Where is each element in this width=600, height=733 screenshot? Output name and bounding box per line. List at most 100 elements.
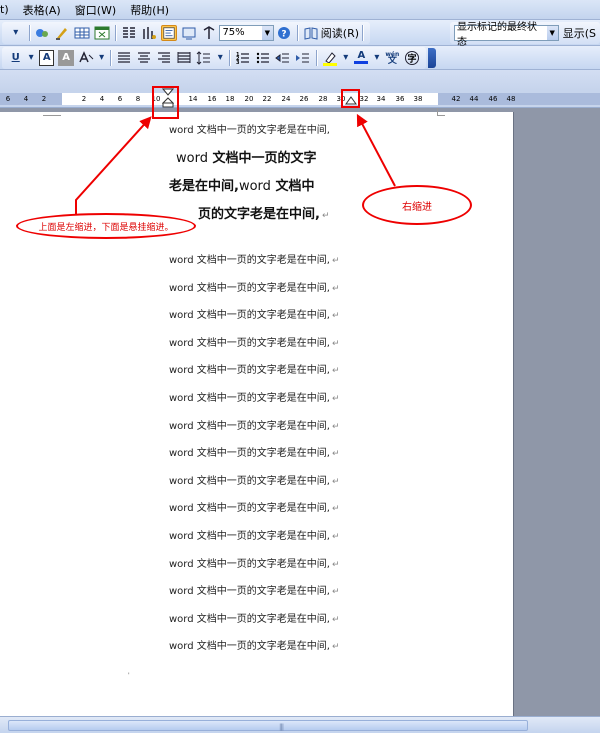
align-justify-icon[interactable] [116, 50, 132, 66]
ruler-tick-label: 26 [299, 95, 309, 103]
paragraph-line[interactable]: word 文档中一页的文字老是在中间, ↵ [169, 502, 339, 516]
paragraph-line[interactable]: word 文档中一页的文字老是在中间, ↵ [169, 282, 339, 296]
insert-excel-icon[interactable] [94, 25, 110, 41]
formatting-toolbar: U ▾ A A ▾ ▾ 123 ▾ A ▾ wén 文 字 [0, 46, 600, 70]
char-border-icon[interactable]: A [39, 49, 55, 66]
menu-help[interactable]: 帮助(H) [123, 2, 176, 18]
formatting-toolbar-section: U ▾ A A ▾ ▾ 123 ▾ A ▾ wén 文 字 [2, 46, 426, 69]
ruler-tick-label: 2 [81, 95, 87, 103]
line-spacing-dropdown-icon[interactable]: ▾ [216, 50, 224, 66]
font-color-icon[interactable]: A [354, 50, 369, 66]
ruler-tick-label: 46 [488, 95, 498, 103]
paragraph-mark-icon: ↵ [331, 283, 340, 294]
ruler-tick-label: 44 [469, 95, 479, 103]
font-color-dropdown-icon[interactable]: ▾ [373, 50, 381, 66]
show-hide-icon[interactable] [181, 25, 197, 41]
document-map-icon[interactable] [161, 24, 178, 41]
toolbar-separator [115, 24, 117, 41]
zoom-select[interactable]: 75% ▼ [219, 24, 274, 41]
big-paragraph-line-2[interactable]: 老是在中间,word 文档中 [169, 178, 314, 196]
paragraph-text: word 文档中一页的文字老是在中间, [169, 475, 330, 487]
char-shading-icon[interactable]: A [58, 49, 74, 66]
toolbar-options-icon[interactable] [428, 47, 436, 68]
char-scale-dropdown-icon[interactable]: ▾ [98, 50, 106, 66]
scrollbar-thumb[interactable]: ||| [8, 720, 528, 731]
paragraph-line[interactable]: word 文档中一页的文字老是在中间, ↵ [169, 392, 339, 406]
paragraph-line[interactable]: word 文档中一页的文字老是在中间, ↵ [169, 640, 339, 654]
underline-button[interactable]: U [8, 50, 23, 66]
ruler-tick-label: 18 [225, 95, 235, 103]
ruler-tick-label: 6 [5, 95, 11, 103]
document-background-right [515, 108, 600, 716]
ruler-tick-label: 6 [117, 95, 123, 103]
left-indent-highlight-box [152, 86, 179, 119]
show-menu-button[interactable]: 显示(S [563, 25, 596, 41]
toolbar-separator [110, 49, 112, 66]
increase-indent-icon[interactable] [295, 50, 311, 66]
paragraph-line[interactable]: word 文档中一页的文字老是在中间, ↵ [169, 364, 339, 378]
paragraph-line[interactable]: word 文档中一页的文字老是在中间, ↵ [169, 530, 339, 544]
dropdown-chevron-icon[interactable]: ▾ [8, 25, 24, 41]
help-icon[interactable]: ? [276, 25, 292, 41]
ruler-tick-label: 2 [41, 95, 47, 103]
read-label[interactable]: 阅读(R) [321, 25, 359, 41]
left-indent-annotation-text: 上面是左缩进，下面是悬挂缩进。 [38, 222, 174, 233]
paragraph-text: word 文档中一页的文字老是在中间, [169, 641, 330, 653]
highlight-icon[interactable] [322, 50, 338, 66]
ruler-tick-label: 36 [395, 95, 405, 103]
menu-window[interactable]: 窗口(W) [68, 2, 123, 18]
align-center-icon[interactable] [136, 50, 152, 66]
paragraph-text: word 文档中一页的文字老是在中间, [169, 558, 330, 570]
paragraph-line[interactable]: word 文档中一页的文字老是在中间, ↵ [169, 420, 339, 434]
paragraph-line[interactable]: word 文档中一页的文字老是在中间, ↵ [169, 475, 339, 489]
right-indent-annotation: 右缩进 [362, 185, 472, 225]
paragraph-line[interactable]: word 文档中一页的文字老是在中间, ↵ [169, 613, 339, 627]
big-paragraph-latin: word [176, 151, 208, 166]
decrease-indent-icon[interactable] [275, 50, 291, 66]
paragraph-line[interactable]: word 文档中一页的文字老是在中间, ↵ [169, 558, 339, 572]
menu-table[interactable]: 表格(A) [16, 2, 68, 18]
paragraph-mark-icon: ↵ [331, 256, 340, 266]
columns-icon[interactable] [121, 25, 137, 41]
insert-table-icon[interactable] [74, 25, 90, 41]
paragraph-text: word 文档中一页的文字老是在中间, [169, 503, 330, 515]
paragraph-mark-icon: ↵ [331, 338, 340, 349]
chevron-down-icon: ▼ [546, 25, 558, 40]
paragraph-line[interactable]: word 文档中一页的文字老是在中间, ↵ [169, 585, 339, 599]
paragraph-mark-icon: ↵ [331, 504, 340, 515]
distributed-icon[interactable] [176, 50, 192, 66]
paragraph-mark-icon: ↵ [331, 366, 340, 377]
char-scale-icon[interactable] [78, 50, 94, 66]
markup-state-select[interactable]: 显示标记的最终状态 ▼ [454, 22, 559, 48]
svg-text:字: 字 [408, 52, 417, 64]
hyperlink-icon[interactable] [34, 25, 50, 41]
highlight-dropdown-icon[interactable]: ▾ [342, 50, 350, 66]
paragraph-line[interactable]: word 文档中一页的文字老是在中间, ↵ [169, 254, 339, 268]
line-spacing-icon[interactable] [196, 50, 212, 66]
paragraph-mark-icon: ↵ [331, 559, 340, 570]
paragraph-text: word 文档中一页的文字老是在中间, [169, 282, 330, 294]
paragraph-line[interactable]: word 文档中一页的文字老是在中间, ↵ [169, 337, 339, 351]
tables-borders-icon[interactable] [54, 25, 70, 41]
font-color-swatch [354, 61, 369, 64]
markup-state-value: 显示标记的最终状态 [457, 21, 537, 48]
big-paragraph-line-3[interactable]: 页的文字老是在中间, ↵ [198, 206, 330, 225]
menu-insert[interactable]: t) [0, 3, 16, 16]
big-paragraph-line-1[interactable]: word 文档中一页的文字 [176, 150, 317, 168]
underline-dropdown-icon[interactable]: ▾ [27, 50, 35, 66]
enclose-char-icon[interactable]: 字 [404, 50, 420, 66]
bullets-icon[interactable] [255, 50, 271, 66]
paragraph-mark-icon: ↵ [331, 449, 340, 460]
cursor-mark: ' [128, 672, 130, 679]
paragraph-text: word 文档中一页的文字老是在中间, [169, 125, 330, 136]
phonetic-guide-icon[interactable]: wén 文 [385, 50, 400, 66]
align-right-icon[interactable] [156, 50, 172, 66]
paragraph-line[interactable]: word 文档中一页的文字老是在中间, ↵ [169, 309, 339, 323]
read-layout-icon[interactable] [303, 25, 319, 41]
paragraph-line[interactable]: word 文档中一页的文字老是在中间, [169, 124, 330, 138]
format-painter-icon[interactable] [201, 25, 217, 41]
horizontal-scrollbar[interactable]: ||| [0, 716, 600, 733]
paragraph-line[interactable]: word 文档中一页的文字老是在中间, ↵ [169, 447, 339, 461]
numbering-icon[interactable]: 123 [235, 50, 251, 66]
drawing-icon[interactable] [141, 25, 157, 41]
